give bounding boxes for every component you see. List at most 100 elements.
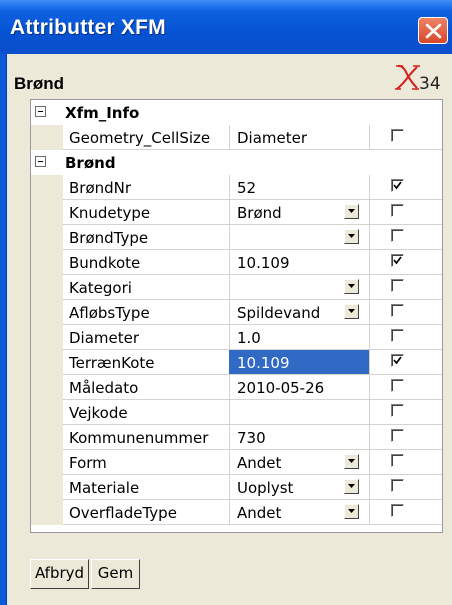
abort-button[interactable]: Afbryd (30, 559, 89, 589)
attribute-checkbox[interactable] (391, 404, 404, 417)
attribute-row: Bundkote 10.109 (31, 250, 442, 275)
row-gutter (36, 250, 63, 275)
dropdown-button[interactable] (344, 279, 359, 294)
attribute-label: Materiale (69, 479, 140, 497)
attribute-label: Kommunenummer (69, 429, 209, 447)
row-gutter (36, 225, 63, 250)
attribute-checkbox[interactable] (391, 254, 404, 267)
attribute-grid: Xfm_Info Geometry_CellSize Diameter Brønd Br… (30, 99, 443, 533)
row-gutter (36, 500, 63, 525)
row-gutter (36, 475, 63, 500)
attribute-checkbox[interactable] (391, 229, 404, 242)
row-gutter (36, 175, 63, 200)
attribute-value: Spildevand (237, 304, 321, 322)
attribute-checkbox[interactable] (391, 329, 404, 342)
attribute-row: Diameter 1.0 (31, 325, 442, 350)
attribute-row: OverfladeType Andet (31, 500, 442, 525)
attribute-label: BrøndNr (69, 179, 132, 197)
attribute-row: AfløbsType Spildevand (31, 300, 442, 325)
attribute-row: Form Andet (31, 450, 442, 475)
attribute-value: 10.109 (237, 354, 290, 372)
section-header-label: Brønd (65, 154, 116, 172)
dropdown-button[interactable] (344, 204, 359, 219)
attribute-value: Brønd (237, 204, 282, 222)
attribute-checkbox[interactable] (391, 304, 404, 317)
row-gutter (36, 200, 63, 225)
attribute-label: TerrænKote (69, 354, 155, 372)
attribute-value: 10.109 (237, 254, 290, 272)
attribute-row: Vejkode (31, 400, 442, 425)
attribute-value: 730 (237, 429, 266, 447)
dropdown-button[interactable] (344, 454, 359, 469)
attribute-label: Geometry_CellSize (69, 129, 211, 147)
dropdown-button[interactable] (344, 304, 359, 319)
attribute-checkbox[interactable] (391, 379, 404, 392)
attribute-row: Kategori (31, 275, 442, 300)
attribute-row: Materiale Uoplyst (31, 475, 442, 500)
attribute-value: 52 (237, 179, 257, 197)
close-button[interactable] (418, 17, 448, 44)
row-gutter (36, 425, 63, 450)
attribute-value-field[interactable]: 10.109 (229, 350, 369, 374)
attribute-label: Kategori (69, 279, 132, 297)
attribute-value: Uoplyst (237, 479, 294, 497)
collapse-icon[interactable] (35, 106, 46, 117)
attribute-row: BrøndType (31, 225, 442, 250)
group-title: Brønd (14, 74, 65, 93)
attribute-row: BrøndNr 52 (31, 175, 442, 200)
attribute-label: AfløbsType (69, 304, 150, 322)
attribute-value-field[interactable]: Diameter (229, 125, 369, 149)
attribute-value-field[interactable]: 10.109 (229, 250, 369, 274)
attribute-checkbox[interactable] (391, 504, 404, 517)
section-header[interactable]: Xfm_Info (31, 100, 442, 125)
row-gutter (36, 350, 63, 375)
row-gutter (36, 275, 63, 300)
dropdown-button[interactable] (344, 504, 359, 519)
attribute-value-field[interactable]: 2010-05-26 (229, 375, 369, 399)
section-header-label: Xfm_Info (65, 104, 140, 122)
attribute-label: Måledato (69, 379, 139, 397)
attribute-value: Andet (237, 504, 282, 522)
attribute-value: Andet (237, 454, 282, 472)
attribute-checkbox[interactable] (391, 454, 404, 467)
attribute-label: Form (69, 454, 107, 472)
attribute-checkbox[interactable] (391, 129, 404, 142)
attribute-checkbox[interactable] (391, 479, 404, 492)
window-title: Attributter XFM (10, 16, 166, 39)
attribute-row: TerrænKote 10.109 (31, 350, 442, 375)
row-gutter (36, 400, 63, 425)
attribute-row: Kommunenummer 730 (31, 425, 442, 450)
row-gutter (36, 325, 63, 350)
attribute-value-field[interactable]: 52 (229, 175, 369, 199)
attribute-checkbox[interactable] (391, 179, 404, 192)
attribute-value: Diameter (237, 129, 308, 147)
attribute-checkbox[interactable] (391, 279, 404, 292)
dropdown-button[interactable] (344, 229, 359, 244)
attribute-value: 1.0 (237, 329, 261, 347)
attribute-label: OverfladeType (69, 504, 177, 522)
collapse-icon[interactable] (35, 156, 46, 167)
attribute-value-field[interactable]: 1.0 (229, 325, 369, 349)
attribute-label: Vejkode (69, 404, 128, 422)
x-logo-icon (395, 62, 421, 96)
save-button[interactable]: Gem (91, 559, 140, 589)
attribute-row: Knudetype Brønd (31, 200, 442, 225)
attribute-row: Måledato 2010-05-26 (31, 375, 442, 400)
attribute-label: Knudetype (69, 204, 151, 222)
attribute-checkbox[interactable] (391, 354, 404, 367)
row-gutter (36, 375, 63, 400)
logo-number: 34 (419, 74, 441, 94)
attribute-value-field[interactable] (229, 400, 369, 424)
attribute-checkbox[interactable] (391, 429, 404, 442)
attribute-label: Bundkote (69, 254, 141, 272)
window-border (6, 54, 7, 605)
row-gutter (36, 300, 63, 325)
title-bar[interactable]: Attributter XFM (0, 0, 452, 54)
row-gutter (36, 125, 63, 150)
attribute-value-field[interactable]: 730 (229, 425, 369, 449)
attribute-value: 2010-05-26 (237, 379, 325, 397)
dropdown-button[interactable] (344, 479, 359, 494)
attributes-window: Attributter XFM Brønd 34 Xfm_Info Geometr… (0, 0, 452, 605)
section-header[interactable]: Brønd (31, 150, 442, 175)
attribute-checkbox[interactable] (391, 204, 404, 217)
